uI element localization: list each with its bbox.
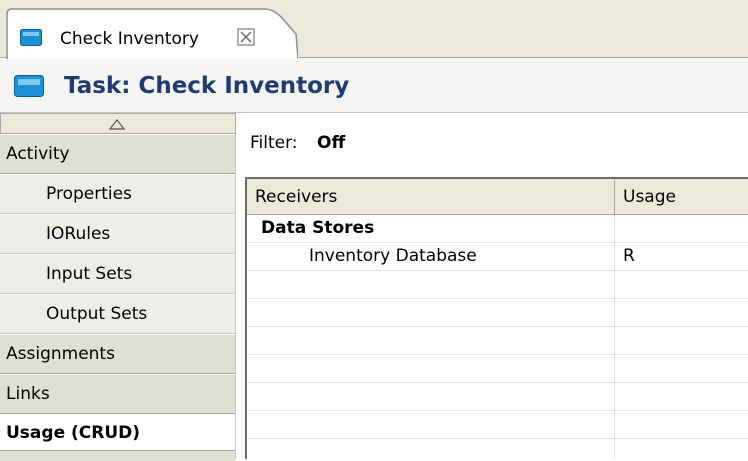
sidebar-item-label: Input Sets [46, 264, 133, 284]
filter-label: Filter: [250, 133, 298, 153]
task-icon [14, 75, 44, 97]
sidebar-item-next[interactable] [0, 450, 235, 461]
receiver-cell [247, 411, 615, 439]
table-row[interactable] [247, 327, 748, 355]
close-icon[interactable] [234, 26, 258, 48]
usage-cell[interactable] [615, 327, 748, 355]
usage-cell[interactable]: R [615, 243, 748, 271]
usage-cell[interactable] [615, 355, 748, 383]
sidebar-item-links[interactable]: Links [0, 374, 235, 414]
table-row[interactable] [247, 355, 748, 383]
task-icon [20, 29, 42, 46]
usage-cell[interactable] [615, 411, 748, 439]
scroll-up-button[interactable] [0, 113, 236, 134]
form-header: Task: Check Inventory [0, 59, 748, 113]
column-header-receivers[interactable]: Receivers [247, 179, 615, 215]
sidebar-item-assignments[interactable]: Assignments [0, 334, 235, 374]
sidebar-item-output-sets[interactable]: Output Sets [0, 294, 235, 334]
receiver-cell [247, 383, 615, 411]
receiver-cell: Inventory Database [247, 243, 615, 271]
sidebar-item-label: IORules [46, 224, 111, 244]
tab-title: Check Inventory [60, 29, 199, 49]
page-title: Task: Check Inventory [64, 73, 350, 99]
receiver-cell: Data Stores [247, 215, 615, 243]
usage-cell[interactable] [615, 299, 748, 327]
receiver-cell [247, 439, 615, 459]
sidebar-item-properties[interactable]: Properties [0, 174, 235, 214]
editor-tab-strip: Check Inventory [0, 0, 748, 59]
table-row[interactable]: Data Stores [247, 215, 748, 243]
column-header-usage[interactable]: Usage [615, 179, 748, 215]
table-row[interactable] [247, 411, 748, 439]
sidebar-item-label: Assignments [6, 344, 115, 364]
table-row[interactable] [247, 439, 748, 459]
receiver-cell [247, 327, 615, 355]
usage-cell[interactable] [615, 271, 748, 299]
table-row[interactable] [247, 383, 748, 411]
sidebar-item-label: Usage (CRUD) [6, 423, 141, 443]
tab-check-inventory[interactable]: Check Inventory [6, 8, 298, 59]
usage-table: Receivers Usage Data Stores Inventory Dat… [245, 177, 748, 459]
usage-cell[interactable] [615, 383, 748, 411]
filter-toggle[interactable]: Off [317, 131, 345, 155]
sidebar-item-label: Links [6, 384, 50, 404]
receiver-cell [247, 355, 615, 383]
sidebar-item-activity[interactable]: Activity [0, 134, 235, 174]
triangle-up-icon [108, 119, 126, 130]
sidebar: Activity Properties IORules Input Sets O… [0, 113, 236, 461]
sidebar-item-label: Properties [46, 184, 132, 204]
usage-cell[interactable] [615, 215, 748, 243]
usage-cell[interactable] [615, 439, 748, 459]
table-row[interactable] [247, 271, 748, 299]
receiver-cell [247, 299, 615, 327]
table-row[interactable]: Inventory Database R [247, 243, 748, 271]
sidebar-item-usage-crud[interactable]: Usage (CRUD) [0, 414, 235, 454]
sidebar-item-iorules[interactable]: IORules [0, 214, 235, 254]
receiver-cell [247, 271, 615, 299]
sidebar-item-label: Activity [6, 144, 70, 164]
sidebar-item-input-sets[interactable]: Input Sets [0, 254, 235, 294]
sidebar-item-label: Output Sets [46, 304, 148, 324]
table-row[interactable] [247, 299, 748, 327]
